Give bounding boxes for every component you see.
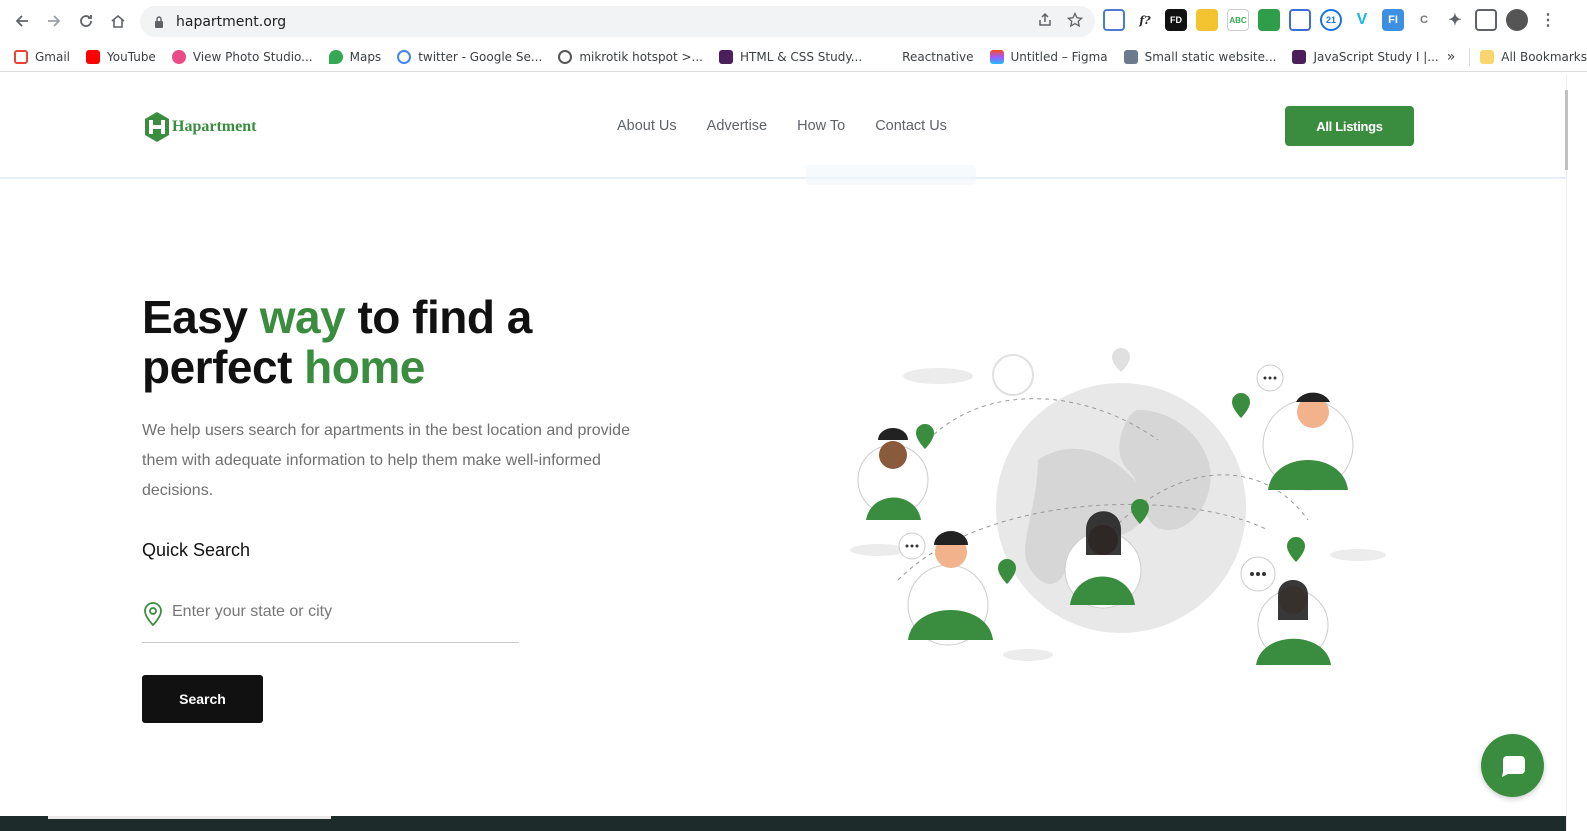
bookmarks-bar: Gmail YouTube View Photo Studio... Maps …: [0, 42, 1587, 72]
mikrotik-icon: [558, 49, 573, 64]
location-input[interactable]: [172, 603, 502, 621]
bookmark-item[interactable]: Maps: [328, 49, 382, 64]
youtube-icon: [86, 49, 101, 64]
divider: [1469, 48, 1471, 66]
location-search: [142, 596, 519, 643]
home-icon[interactable]: [102, 5, 134, 37]
quick-search-label: Quick Search: [142, 540, 251, 560]
site-logo[interactable]: Hapartment: [143, 111, 256, 143]
main-nav: About Us Advertise How To Contact Us: [617, 118, 947, 134]
site-header: Hapartment About Us Advertise How To Con…: [0, 75, 1566, 185]
extension-green-icon[interactable]: [1258, 9, 1280, 31]
person-woman-wave: [857, 428, 929, 520]
menu-kebab-icon[interactable]: ⋮: [1537, 9, 1559, 31]
maps-pin-icon: [328, 49, 343, 64]
bookmark-item[interactable]: Reactnative: [902, 50, 973, 64]
page-scrollbar[interactable]: [1566, 75, 1587, 831]
bookmark-label: HTML & CSS Study...: [739, 49, 863, 64]
map-pin-icon: [1112, 348, 1130, 372]
person-man-phone: [1262, 392, 1354, 491]
extension-c-icon[interactable]: C: [1413, 9, 1435, 31]
extension-badge-icon[interactable]: 21: [1320, 9, 1342, 31]
bookmark-item[interactable]: mikrotik hotspot >...: [558, 49, 703, 64]
location-pin-icon: [144, 602, 162, 627]
title-text: Easy: [142, 291, 260, 343]
share-icon[interactable]: [1037, 12, 1053, 28]
extension-spell-icon[interactable]: ABC: [1227, 9, 1249, 31]
bookmark-item[interactable]: Untitled – Figma: [989, 49, 1108, 64]
chat-widget-button[interactable]: [1481, 734, 1544, 797]
forward-icon[interactable]: [38, 5, 70, 37]
nav-advertise[interactable]: Advertise: [707, 118, 767, 134]
chat-bubble-icon: [1501, 755, 1525, 777]
bookmark-item[interactable]: Gmail: [14, 49, 71, 64]
title-text: to find a: [345, 291, 532, 343]
title-text: perfect: [142, 341, 305, 393]
bookmark-label: YouTube: [107, 49, 156, 64]
all-bookmarks[interactable]: All Bookmarks: [1480, 50, 1587, 64]
bookmark-label: Gmail: [35, 49, 71, 64]
nav-how-to[interactable]: How To: [797, 118, 845, 134]
google-icon: [397, 49, 412, 64]
all-listings-button[interactable]: All Listings: [1285, 106, 1414, 146]
bookmark-label: Untitled – Figma: [1010, 49, 1108, 64]
bookmark-item[interactable]: View Photo Studio...: [171, 49, 313, 64]
reload-icon[interactable]: [70, 5, 102, 37]
extension-vimeo-icon[interactable]: V: [1351, 9, 1373, 31]
extension-blue-icon[interactable]: [1289, 9, 1311, 31]
figma-icon: [989, 49, 1004, 64]
bookmark-label: twitter - Google Se...: [418, 49, 543, 64]
folder-icon: [1480, 50, 1495, 64]
extension-fi-icon[interactable]: FI: [1382, 9, 1404, 31]
scroll-thumb[interactable]: [1565, 90, 1568, 170]
extension-docs-icon[interactable]: [1103, 9, 1125, 31]
hero-title: Easy way to find a perfect home: [142, 292, 532, 392]
title-accent: way: [259, 291, 346, 343]
extension-formula-icon[interactable]: f?: [1134, 9, 1156, 31]
bookmark-item[interactable]: HTML & CSS Study...: [718, 49, 863, 64]
bookmark-label: JavaScript Study I |...: [1313, 49, 1439, 64]
bookmark-label: View Photo Studio...: [192, 49, 313, 64]
bookmarks-overflow-icon[interactable]: »: [1447, 49, 1456, 65]
bookmark-label: Small static website...: [1144, 49, 1277, 64]
logo-text: Hapartment: [172, 118, 257, 135]
dribbble-icon: [171, 49, 186, 64]
url-text: hapartment.org: [176, 13, 287, 30]
bookmark-item[interactable]: JavaScript Study I |...: [1292, 49, 1439, 64]
hero-description: We help users search for apartments in t…: [142, 422, 630, 499]
bookmark-label: Reactnative: [902, 49, 974, 64]
study-icon: [718, 49, 733, 64]
extension-notes-icon[interactable]: [1196, 9, 1218, 31]
person-woman-right: [1256, 580, 1331, 665]
side-panel-icon[interactable]: [1475, 9, 1497, 31]
profile-avatar[interactable]: [1506, 9, 1528, 31]
search-button[interactable]: Search: [142, 675, 263, 723]
small-globe-icon: [992, 354, 1034, 396]
website-icon: [1123, 49, 1138, 64]
lock-icon: [155, 15, 163, 28]
extension-fd-icon[interactable]: FD: [1165, 9, 1187, 31]
footer-strip: [0, 816, 1566, 831]
title-accent: home: [304, 341, 425, 393]
extensions-bar: f? FD ABC 21 V FI C ✦ ⋮: [1103, 9, 1559, 31]
study-icon: [1292, 49, 1307, 64]
nav-about-us[interactable]: About Us: [617, 118, 677, 134]
hapartment-logo-icon: [145, 112, 169, 142]
extensions-puzzle-icon[interactable]: ✦: [1444, 9, 1466, 31]
back-icon[interactable]: [6, 5, 38, 37]
footer-highlight: [48, 816, 331, 819]
hero-illustration: [850, 348, 1386, 665]
ghost-overlay: [806, 165, 976, 185]
bookmark-label: mikrotik hotspot >...: [579, 49, 703, 64]
gmail-icon: [14, 49, 28, 64]
bookmark-item[interactable]: twitter - Google Se...: [397, 49, 543, 64]
nav-contact-us[interactable]: Contact Us: [875, 118, 947, 134]
bookmark-item[interactable]: Small static website...: [1123, 49, 1277, 64]
all-bookmarks-label: All Bookmarks: [1501, 50, 1587, 64]
browser-toolbar: hapartment.org f? FD ABC 21 V FI C ✦ ⋮: [0, 0, 1587, 42]
bookmark-label: Maps: [349, 49, 382, 64]
bookmark-item[interactable]: YouTube: [86, 49, 156, 64]
star-icon[interactable]: [1067, 12, 1083, 28]
address-bar[interactable]: hapartment.org: [140, 6, 1095, 37]
